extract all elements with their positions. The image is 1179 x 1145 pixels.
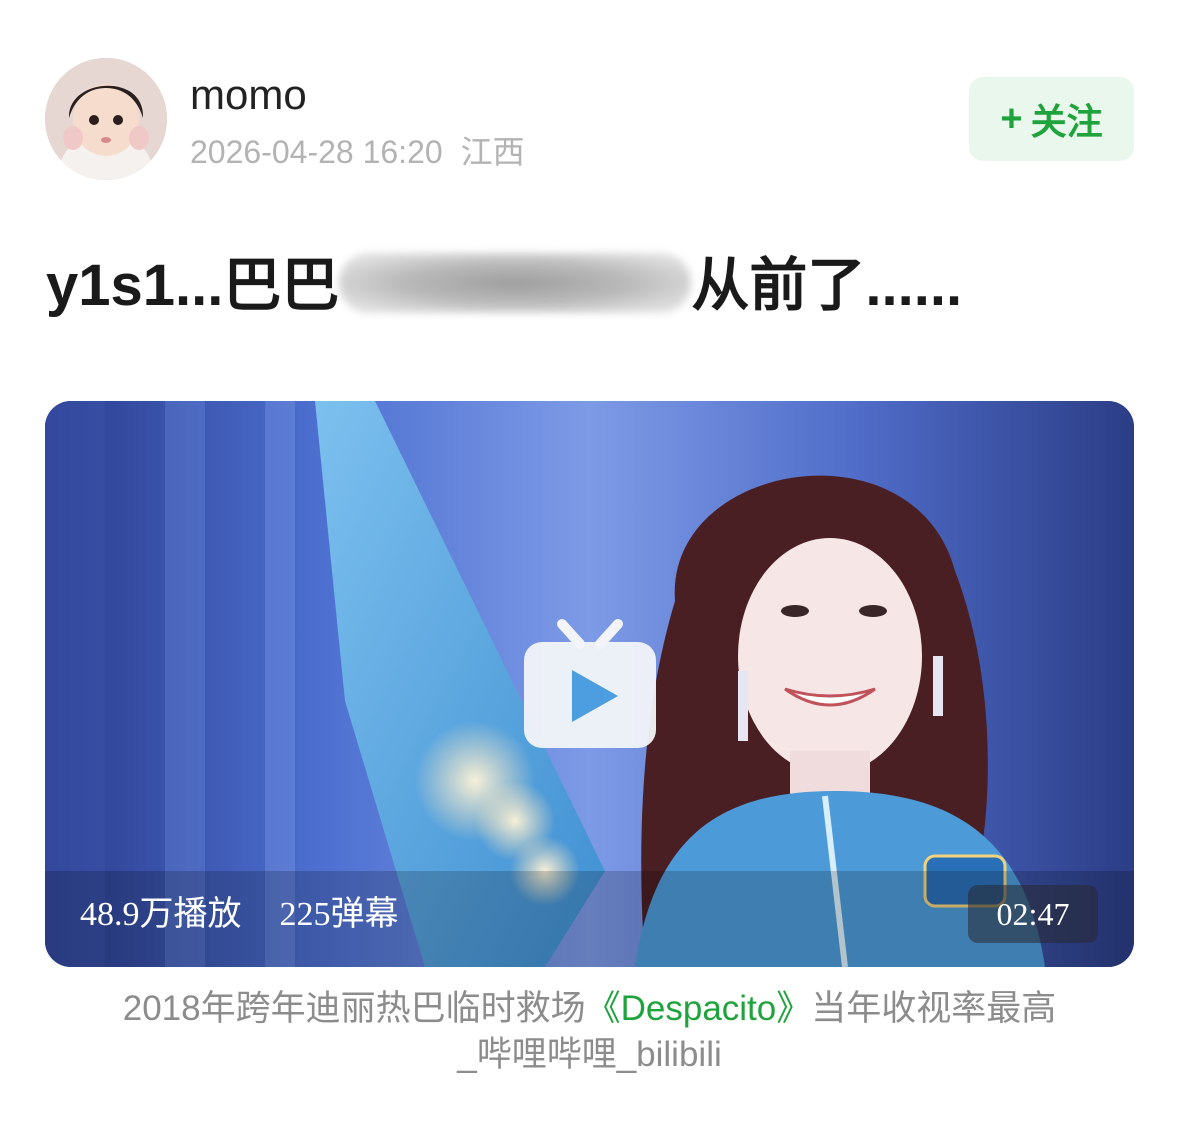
bilibili-play-icon[interactable] [522, 618, 658, 750]
caption-text: 2018年跨年迪丽热巴临时救场 [122, 989, 586, 1028]
author-name[interactable]: momo [190, 70, 307, 120]
post-title: y1s1...巴巴 从前了...... [46, 250, 962, 322]
video-duration: 02:47 [968, 885, 1098, 943]
follow-button-label: 关注 [1030, 101, 1103, 142]
danmaku-count: 225弹幕 [279, 896, 399, 933]
post-timestamp: 2026-04-28 16:20 [190, 134, 443, 170]
caption-text-2: 当年收视率最高 [811, 989, 1057, 1028]
post-meta: 2026-04-28 16:20 江西 [190, 132, 525, 172]
plus-icon: + [1000, 97, 1023, 140]
avatar-photo-icon [45, 58, 167, 180]
post-location: 江西 [460, 134, 525, 170]
author-avatar[interactable] [45, 58, 167, 180]
follow-button[interactable]: + 关注 [969, 77, 1134, 161]
video-caption[interactable]: 2018年跨年迪丽热巴临时救场《Despacito》当年收视率最高 _哔哩哔哩_b… [40, 986, 1139, 1078]
caption-source: _哔哩哔哩_bilibili [457, 1035, 722, 1074]
post-title-suffix: 从前了...... [691, 253, 963, 318]
caption-highlight: 《Despacito》 [585, 989, 812, 1028]
view-count: 48.9万播放 [80, 896, 242, 933]
redacted-blur [339, 253, 692, 313]
post-card: momo 2026-04-28 16:20 江西 + 关注 y1s1...巴巴 从前了… [0, 0, 1179, 1145]
post-title-prefix: y1s1...巴巴 [46, 253, 340, 318]
video-stats: 48.9万播放 225弹幕 [80, 895, 399, 935]
